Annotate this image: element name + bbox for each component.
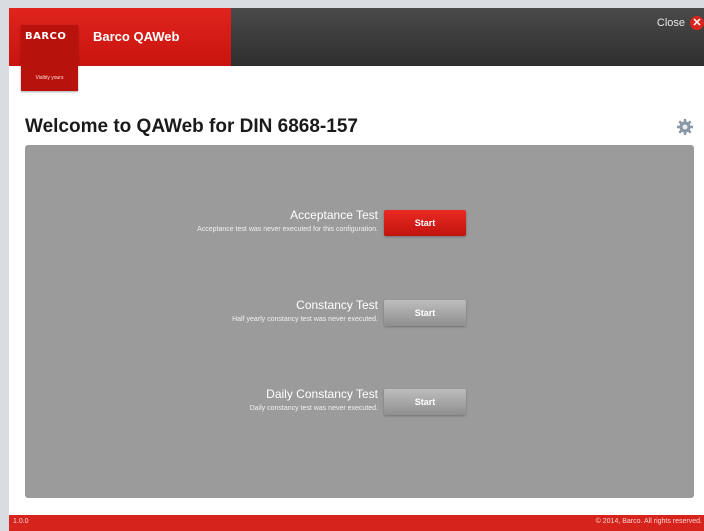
logo-wordmark: BARCO (25, 31, 67, 42)
close-label: Close (656, 17, 685, 29)
test-name: Constancy Test (296, 298, 378, 312)
close-icon[interactable]: ✕ (690, 16, 704, 30)
version-label: 1.0.0 (13, 518, 29, 525)
start-constancy-test-button[interactable]: Start (384, 300, 466, 326)
start-daily-constancy-test-button[interactable]: Start (384, 389, 466, 415)
test-description: Acceptance test was never executed for t… (197, 226, 378, 233)
gear-icon[interactable] (676, 118, 694, 136)
logo-tagline: Visibly yours (35, 75, 64, 81)
top-bar: Barco QAWeb Close ✕ (9, 8, 704, 66)
page-title: Welcome to QAWeb for DIN 6868-157 (25, 116, 358, 137)
app-title: Barco QAWeb (93, 29, 180, 44)
test-name: Daily Constancy Test (266, 387, 378, 401)
start-acceptance-test-button[interactable]: Start (384, 210, 466, 236)
app-window: Barco QAWeb Close ✕ BARCO Visibly yours … (9, 8, 704, 531)
copyright-label: © 2014, Barco. All rights reserved. (595, 518, 702, 525)
test-row-daily-constancy: Daily Constancy Test Daily constancy tes… (25, 387, 694, 421)
test-description: Half yearly constancy test was never exe… (232, 316, 378, 323)
barco-logo: BARCO Visibly yours (21, 25, 78, 91)
tests-panel: Acceptance Test Acceptance test was neve… (25, 145, 694, 498)
test-row-acceptance: Acceptance Test Acceptance test was neve… (25, 208, 694, 242)
close-button[interactable]: Close ✕ (657, 15, 704, 31)
test-name: Acceptance Test (290, 208, 378, 222)
footer-bar: 1.0.0 © 2014, Barco. All rights reserved… (9, 515, 704, 531)
test-row-constancy: Constancy Test Half yearly constancy tes… (25, 298, 694, 332)
test-description: Daily constancy test was never executed. (249, 405, 378, 412)
